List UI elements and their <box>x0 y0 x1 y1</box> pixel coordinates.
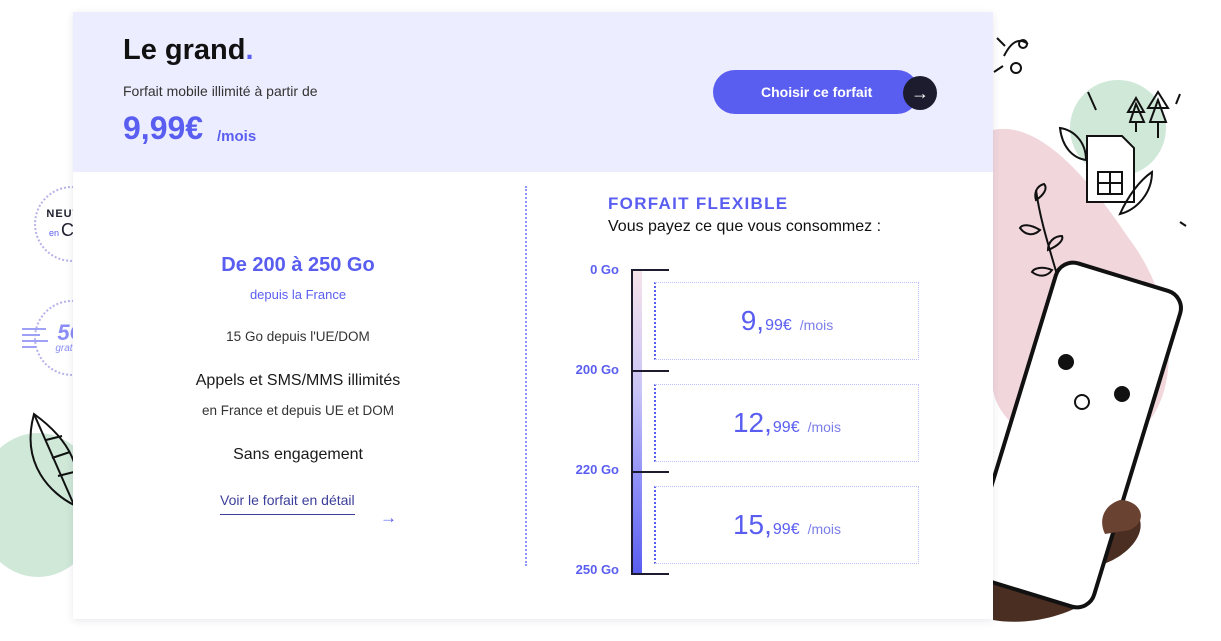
plan-detail-link[interactable]: Voir le forfait en détail <box>220 492 355 515</box>
data-volume: De 200 à 250 Go <box>221 254 375 276</box>
plan-price: 9,99€ <box>123 110 204 146</box>
column-divider <box>525 186 527 566</box>
tier-price-unit: /mois <box>807 419 842 435</box>
offer-card-header: Le grand. Forfait mobile illimité à part… <box>73 12 993 172</box>
tier-price-dec: 99€ <box>765 317 792 334</box>
choose-plan-label: Choisir ce forfait <box>761 84 873 100</box>
tier-tick <box>631 573 669 575</box>
tier-price-unit: /mois <box>799 317 834 333</box>
tier-price: 12, 99€ /mois <box>733 407 841 439</box>
tier-axis <box>631 270 633 573</box>
calls-feature-sub: en France et depuis UE et DOM <box>201 403 395 418</box>
phone-face-eye <box>1058 354 1074 370</box>
badge-en-label: en <box>48 227 59 238</box>
tier-card: 12, 99€ /mois <box>654 384 919 462</box>
tier-card: 15, 99€ /mois <box>654 486 919 564</box>
sim-card-icon <box>1086 135 1135 203</box>
choose-plan-button[interactable]: Choisir ce forfait <box>713 70 919 114</box>
tier-price: 15, 99€ /mois <box>733 509 841 541</box>
flexible-subtitle: Vous payez ce que vous consommez : <box>608 218 882 235</box>
pricing-tiers: 0 Go 200 Go 220 Go 250 Go 9, 99€ /mois 1… <box>553 262 933 592</box>
plan-price-unit: /mois <box>217 128 257 145</box>
tick-label: 0 Go <box>590 262 619 277</box>
tick-label: 250 Go <box>575 562 619 577</box>
tier-tick <box>631 370 669 372</box>
tier-price-dec: 99€ <box>772 419 800 436</box>
calls-feature: Appels et SMS/MMS illimités <box>195 372 401 389</box>
flexible-title: FORFAIT FLEXIBLE <box>608 194 789 213</box>
tier-price-int: 12, <box>732 407 772 438</box>
tier-price-unit: /mois <box>807 521 842 537</box>
plan-title: Le grand. <box>123 34 254 66</box>
plan-title-dot: . <box>245 34 254 66</box>
tier-price-int: 15, <box>732 509 772 540</box>
offer-card: Le grand. Forfait mobile illimité à part… <box>73 12 993 619</box>
usage-gradient-bar <box>632 270 642 573</box>
tick-label: 220 Go <box>575 462 619 477</box>
plan-subtitle: Forfait mobile illimité à partir de <box>123 83 318 99</box>
tier-tick <box>631 269 669 271</box>
eu-data: 15 Go depuis l'UE/DOM <box>226 329 370 344</box>
tier-price-int: 9, <box>740 305 765 336</box>
phone-face-eye <box>1114 386 1130 402</box>
data-volume-sub: depuis la France <box>249 287 347 302</box>
tier-price-dec: 99€ <box>772 521 800 538</box>
arrow-right-icon[interactable]: → <box>903 76 937 110</box>
speed-lines-icon <box>22 324 52 352</box>
no-commitment: Sans engagement <box>233 446 363 463</box>
arrow-right-icon[interactable]: → <box>380 508 397 528</box>
tier-price: 9, 99€ /mois <box>741 305 834 337</box>
tier-tick <box>631 471 669 473</box>
tier-card: 9, 99€ /mois <box>654 282 919 360</box>
tick-label: 200 Go <box>575 362 619 377</box>
